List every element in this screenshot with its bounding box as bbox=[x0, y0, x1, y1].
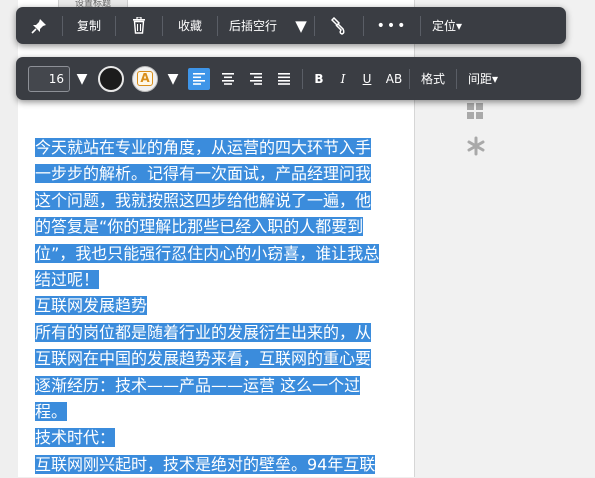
text-line[interactable]: 互联网在中国的发展趋势来看，互联网的重心要 bbox=[35, 346, 397, 372]
text-line[interactable]: 程。 bbox=[35, 399, 397, 425]
format-painter-icon bbox=[331, 16, 345, 35]
text-color-swatch bbox=[98, 65, 124, 92]
text-line[interactable]: 这个问题，我就按照这四步给他解说了一遍，他 bbox=[35, 188, 397, 214]
divider bbox=[302, 68, 303, 89]
align-right-icon bbox=[250, 73, 262, 85]
align-left-button[interactable] bbox=[184, 57, 214, 100]
font-size-input[interactable]: 16 bbox=[28, 65, 70, 92]
format-button[interactable]: 格式 bbox=[410, 57, 456, 100]
align-center-button[interactable] bbox=[214, 57, 242, 100]
insert-blank-line-button[interactable]: 后插空行 bbox=[218, 7, 288, 44]
bold-button[interactable]: B bbox=[307, 57, 331, 100]
text-line[interactable]: 位”，我也只能强行忍住内心的小窃喜，谁让我总 bbox=[35, 241, 397, 267]
font-size-caret[interactable]: ▼ bbox=[70, 57, 94, 100]
text-line[interactable]: 所有的岗位都是随着行业的发展衍生出来的，从 bbox=[35, 320, 397, 346]
text-line[interactable]: 今天就站在专业的角度，从运营的四大环节入手 bbox=[35, 135, 397, 161]
selected-article-text[interactable]: 今天就站在专业的角度，从运营的四大环节入手 一步步的解析。记得有一次面试，产品经… bbox=[35, 135, 397, 478]
more-button[interactable]: ••• bbox=[364, 7, 420, 44]
section-heading[interactable]: 互联网发展趋势 bbox=[35, 293, 397, 319]
background-color-caret[interactable]: ▼ bbox=[162, 57, 184, 100]
locate-dropdown[interactable]: 定位▾ bbox=[421, 7, 473, 44]
format-painter-button[interactable] bbox=[315, 7, 363, 44]
justify-icon bbox=[278, 73, 290, 85]
align-right-button[interactable] bbox=[242, 57, 270, 100]
text-line[interactable]: 一步步的解析。记得有一次面试，产品经理问我 bbox=[35, 161, 397, 187]
italic-button[interactable]: I bbox=[331, 57, 355, 100]
justify-button[interactable] bbox=[270, 57, 298, 100]
grid-icon[interactable] bbox=[466, 102, 484, 120]
trash-icon bbox=[133, 17, 145, 34]
text-line[interactable]: 互联网刚兴起时，技术是绝对的壁垒。94年互联 bbox=[35, 452, 397, 478]
favorite-button[interactable]: 收藏 bbox=[163, 7, 217, 44]
underline-button[interactable]: U bbox=[355, 57, 379, 100]
text-format-toolbar: 16 ▼ A ▼ B I U AB 格式 间距▾ bbox=[16, 57, 581, 100]
text-line[interactable]: 的答复是“你的理解比那些已经入职的人都要到 bbox=[35, 214, 397, 240]
text-line[interactable]: 结过呢！ bbox=[35, 267, 397, 293]
text-color-button[interactable] bbox=[94, 57, 128, 100]
highlight-icon: A bbox=[132, 65, 158, 92]
copy-button[interactable]: 复制 bbox=[63, 7, 115, 44]
align-left-icon bbox=[188, 67, 210, 90]
spacing-dropdown[interactable]: 间距▾ bbox=[457, 57, 509, 100]
snowflake-icon[interactable] bbox=[466, 136, 486, 156]
strikethrough-button[interactable]: AB bbox=[379, 57, 409, 100]
pin-button[interactable] bbox=[16, 7, 62, 44]
insert-dropdown-caret[interactable]: ▼ bbox=[288, 7, 314, 44]
align-center-icon bbox=[222, 73, 234, 85]
background-color-button[interactable]: A bbox=[128, 57, 162, 100]
section-heading[interactable]: 技术时代： bbox=[35, 425, 397, 451]
block-action-toolbar: 复制 收藏 后插空行 ▼ ••• 定位▾ bbox=[16, 7, 566, 44]
delete-button[interactable] bbox=[116, 7, 162, 44]
pin-icon bbox=[31, 18, 46, 34]
text-line[interactable]: 逐渐经历：技术——产品——运营 这么一个过 bbox=[35, 373, 397, 399]
